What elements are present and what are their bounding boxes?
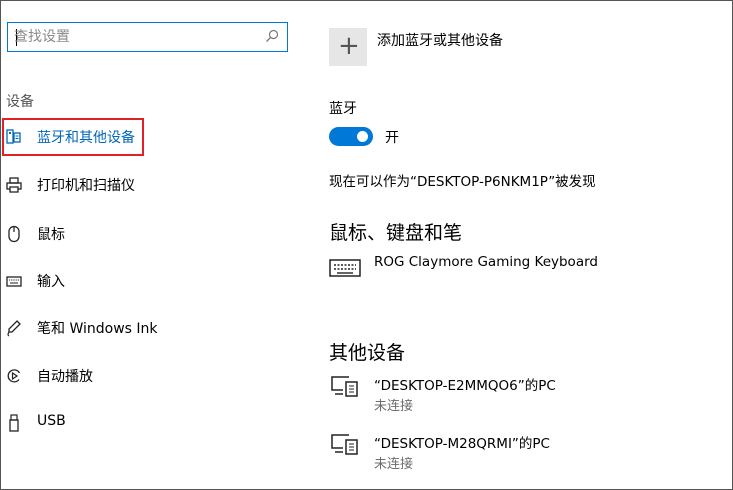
sidebar-item-usb[interactable]: USB [0, 405, 300, 441]
main-content: + 添加蓝牙或其他设备 蓝牙 开 现在可以作为“DESKTOP-P6NKM1P”… [329, 0, 733, 490]
sidebar-item-label: USB [37, 413, 66, 429]
sidebar-item-printers[interactable]: 打印机和扫描仪 [0, 167, 300, 203]
plus-icon: + [338, 31, 360, 61]
sidebar-item-label: 打印机和扫描仪 [37, 178, 135, 194]
sidebar-item-autoplay[interactable]: 自动播放 [0, 358, 300, 394]
device-name: “DESKTOP-M28QRMI”的PC [374, 436, 550, 452]
sidebar-item-label: 输入 [37, 274, 65, 290]
keyboard-icon [6, 276, 22, 287]
device-status: 未连接 [374, 399, 414, 414]
search-icon[interactable] [265, 29, 279, 43]
autoplay-icon [7, 369, 21, 383]
bluetooth-title: 蓝牙 [329, 101, 357, 117]
sidebar-item-label: 自动播放 [37, 369, 93, 385]
device-pc-2[interactable]: “DESKTOP-M28QRMI”的PC 未连接 [329, 432, 733, 478]
sidebar-item-label: 笔和 Windows Ink [37, 321, 158, 337]
printer-icon [6, 177, 22, 193]
pc-device-icon [331, 434, 358, 455]
toggle-knob [357, 131, 368, 142]
bluetooth-toggle[interactable] [329, 127, 373, 146]
other-devices-heading: 其他设备 [329, 342, 406, 364]
pen-icon [7, 320, 21, 337]
sidebar-item-typing[interactable]: 输入 [0, 263, 300, 299]
sidebar-item-mouse[interactable]: 鼠标 [0, 216, 300, 252]
device-keyboard[interactable]: ROG Claymore Gaming Keyboard [329, 254, 733, 300]
section-label: 设备 [6, 94, 34, 110]
search-box[interactable] [7, 22, 288, 52]
device-name: ROG Claymore Gaming Keyboard [374, 254, 598, 270]
mouse-icon [8, 225, 20, 243]
device-name: “DESKTOP-E2MMQO6”的PC [374, 378, 556, 394]
discoverable-text: 现在可以作为“DESKTOP-P6NKM1P”被发现 [329, 174, 596, 190]
device-status: 未连接 [374, 457, 414, 472]
highlight-box [2, 118, 144, 156]
add-device-button[interactable]: + [329, 28, 367, 66]
usb-icon [9, 414, 19, 432]
sidebar: 设备 蓝牙和其他设备 打印机和扫描仪 鼠标 输入 [0, 0, 300, 490]
device-pc-1[interactable]: “DESKTOP-E2MMQO6”的PC 未连接 [329, 374, 733, 420]
sidebar-item-label: 鼠标 [37, 227, 65, 243]
keyboard-icon [329, 259, 361, 277]
add-device-label[interactable]: 添加蓝牙或其他设备 [377, 30, 503, 50]
search-input[interactable] [14, 26, 264, 48]
pc-device-icon [331, 376, 358, 397]
mouse-keyboard-heading: 鼠标、键盘和笔 [329, 222, 463, 244]
toggle-state-label: 开 [385, 130, 399, 146]
sidebar-item-pen[interactable]: 笔和 Windows Ink [0, 310, 300, 346]
